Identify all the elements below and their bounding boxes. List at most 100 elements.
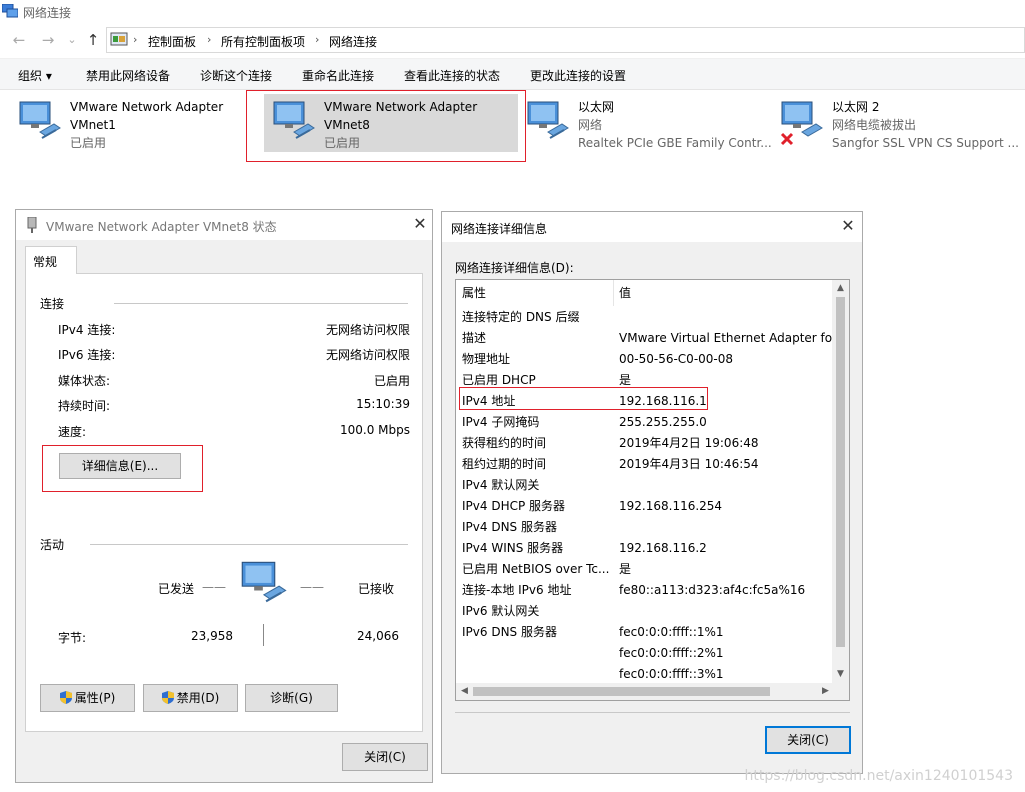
details-row[interactable]: IPv6 默认网关 xyxy=(456,601,836,622)
details-row-property: IPv4 默认网关 xyxy=(462,478,540,492)
details-row[interactable]: 已启用 NetBIOS over Tc... 是 xyxy=(456,559,836,580)
adapter-ethernet-2[interactable]: 以太网 2 网络电缆被拔出 Sangfor SSL VPN CS Support… xyxy=(780,96,1025,158)
network-adapter-icon xyxy=(527,101,569,139)
scroll-up-icon[interactable]: ▲ xyxy=(832,280,849,297)
breadcrumb-separator: › xyxy=(133,33,138,46)
adapter-vmnet1[interactable]: VMware Network Adapter VMnet1 已启用 xyxy=(18,96,238,158)
column-header-value[interactable]: 值 xyxy=(619,280,631,306)
disable-button-label: 禁用(D) xyxy=(176,691,220,705)
details-list-label: 网络连接详细信息(D): xyxy=(455,261,574,275)
details-row-property: IPv4 子网掩码 xyxy=(462,415,540,429)
details-row-property: 获得租约的时间 xyxy=(462,436,547,450)
details-row-value: 192.168.116.254 xyxy=(619,499,723,513)
details-row-property: 物理地址 xyxy=(462,352,511,366)
details-row-property: 描述 xyxy=(462,331,487,345)
horizontal-scrollbar[interactable]: ◀ ▶ xyxy=(456,683,834,700)
details-row[interactable]: IPv4 默认网关 xyxy=(456,475,836,496)
close-icon[interactable]: ✕ xyxy=(410,214,430,234)
network-adapter-small-icon xyxy=(27,217,37,233)
details-row[interactable]: fec0:0:0:ffff::2%1 xyxy=(456,643,836,664)
view-status-command[interactable]: 查看此连接的状态 xyxy=(404,67,500,84)
adapter-status: 网络电缆被拔出 xyxy=(832,118,917,132)
details-row[interactable]: IPv4 DNS 服务器 xyxy=(456,517,836,538)
duration-value: 15:10:39 xyxy=(356,397,410,411)
details-row-value: 255.255.255.0 xyxy=(619,415,707,429)
breadcrumb-all-items[interactable]: 所有控制面板项 xyxy=(221,33,305,50)
ipv4-connectivity-value: 无网络访问权限 xyxy=(325,323,410,337)
breadcrumb-separator[interactable]: › xyxy=(315,33,319,46)
scroll-down-icon[interactable]: ▼ xyxy=(832,666,849,683)
details-row[interactable]: 连接特定的 DNS 后缀 xyxy=(456,307,836,328)
breadcrumb-separator[interactable]: › xyxy=(207,33,211,46)
rename-command[interactable]: 重命名此连接 xyxy=(302,67,374,84)
sent-dash: —— xyxy=(202,580,226,594)
details-row[interactable]: IPv4 WINS 服务器 192.168.116.2 xyxy=(456,538,836,559)
general-tab-panel: 连接 IPv4 连接: 无网络访问权限 IPv6 连接: 无网络访问权限 媒体状… xyxy=(25,273,423,732)
details-row-value: fe80::a113:d323:af4c:fc5a%16 xyxy=(619,583,806,597)
details-row[interactable]: IPv4 子网掩码 255.255.255.0 xyxy=(456,412,836,433)
details-row[interactable]: IPv6 DNS 服务器 fec0:0:0:ffff::1%1 xyxy=(456,622,836,643)
details-row-property: IPv4 DNS 服务器 xyxy=(462,520,557,534)
watermark: https://blog.csdn.net/axin1240101543 xyxy=(744,768,1013,784)
recent-locations-chevron-icon[interactable]: ⌄ xyxy=(63,31,81,49)
details-close-button[interactable]: 关闭(C) xyxy=(765,726,851,754)
details-row[interactable]: 连接-本地 IPv6 地址 fe80::a113:d323:af4c:fc5a%1… xyxy=(456,580,836,601)
breadcrumb-control-panel[interactable]: 控制面板 xyxy=(148,33,196,50)
change-settings-command[interactable]: 更改此连接的设置 xyxy=(530,67,626,84)
details-row[interactable]: 租约过期的时间 2019年4月3日 10:46:54 xyxy=(456,454,836,475)
diagnose-button[interactable]: 诊断(G) xyxy=(245,684,338,712)
network-adapter-disconnected-icon xyxy=(780,101,823,146)
tab-label: 常规 xyxy=(33,255,58,269)
address-bar[interactable]: › 控制面板 › 所有控制面板项 › 网络连接 xyxy=(106,27,1025,53)
details-row-property: IPv4 DHCP 服务器 xyxy=(462,499,566,513)
details-row[interactable]: 描述 VMware Virtual Ethernet Adapter for xyxy=(456,328,838,349)
annotation-highlight-box xyxy=(459,387,708,410)
scrollbar-thumb[interactable] xyxy=(473,687,770,696)
details-row-value: 是 xyxy=(619,562,632,576)
close-icon[interactable]: ✕ xyxy=(838,216,858,236)
breadcrumb-network-connections[interactable]: 网络连接 xyxy=(329,33,377,50)
adapter-name: 以太网 2 xyxy=(832,100,880,114)
details-row-property: 连接特定的 DNS 后缀 xyxy=(462,310,580,324)
disable-button[interactable]: 禁用(D) xyxy=(143,684,238,712)
navigation-bar: ← → ⌄ ↑ › 控制面板 › 所有控制面板项 › 网络连接 xyxy=(0,26,1025,54)
bytes-sent-value: 23,958 xyxy=(191,629,233,643)
back-arrow-icon[interactable]: ← xyxy=(10,31,28,49)
details-row-property: IPv6 DNS 服务器 xyxy=(462,625,557,639)
adapter-status: 已启用 xyxy=(70,136,107,150)
received-dash: —— xyxy=(300,580,324,594)
details-row-value: VMware Virtual Ethernet Adapter for xyxy=(619,331,838,345)
scroll-left-icon[interactable]: ◀ xyxy=(456,683,473,700)
annotation-highlight-box xyxy=(42,445,203,492)
adapter-name: VMware Network Adapter xyxy=(70,100,224,114)
details-row-value: 2019年4月2日 19:06:48 xyxy=(619,436,759,450)
properties-button[interactable]: 属性(P) xyxy=(40,684,135,712)
dialog-title-bar: VMware Network Adapter VMnet8 状态 ✕ xyxy=(16,210,432,240)
group-divider xyxy=(90,544,408,545)
details-row[interactable]: 获得租约的时间 2019年4月2日 19:06:48 xyxy=(456,433,836,454)
column-header-property[interactable]: 属性 xyxy=(462,280,486,306)
up-arrow-icon[interactable]: ↑ xyxy=(84,31,102,49)
dialog-title-bar: 网络连接详细信息 ✕ xyxy=(442,212,862,242)
dialog-title: 网络连接详细信息 xyxy=(451,222,548,236)
forward-arrow-icon[interactable]: → xyxy=(39,31,57,49)
tab-general[interactable]: 常规 xyxy=(25,246,77,274)
status-close-button[interactable]: 关闭(C) xyxy=(342,743,428,771)
disable-device-command[interactable]: 禁用此网络设备 xyxy=(86,67,170,84)
ipv6-connectivity-label: IPv6 连接: xyxy=(58,348,116,362)
details-row-value: fec0:0:0:ffff::1%1 xyxy=(619,625,724,639)
status-dialog: VMware Network Adapter VMnet8 状态 ✕ 常规 连接… xyxy=(15,209,433,783)
details-row[interactable]: fec0:0:0:ffff::3%1 xyxy=(456,664,836,685)
organize-menu[interactable]: 组织 ▾ xyxy=(18,67,52,84)
diagnose-command[interactable]: 诊断这个连接 xyxy=(200,67,272,84)
adapter-device: Sangfor SSL VPN CS Support ... xyxy=(832,136,1019,150)
details-row-property: 已启用 NetBIOS over Tc... xyxy=(462,562,610,576)
details-row-value: fec0:0:0:ffff::2%1 xyxy=(619,646,724,660)
scrollbar-thumb[interactable] xyxy=(836,297,845,647)
details-row[interactable]: 物理地址 00-50-56-C0-00-08 xyxy=(456,349,836,370)
received-label: 已接收 xyxy=(358,582,395,596)
details-list[interactable]: 属性 值 连接特定的 DNS 后缀 描述 VMware Virtual Ethern… xyxy=(455,279,850,701)
details-row[interactable]: IPv4 DHCP 服务器 192.168.116.254 xyxy=(456,496,836,517)
vertical-scrollbar[interactable]: ▲ ▼ xyxy=(832,280,849,683)
adapter-ethernet[interactable]: 以太网 网络 Realtek PCIe GBE Family Contr... xyxy=(526,96,772,158)
